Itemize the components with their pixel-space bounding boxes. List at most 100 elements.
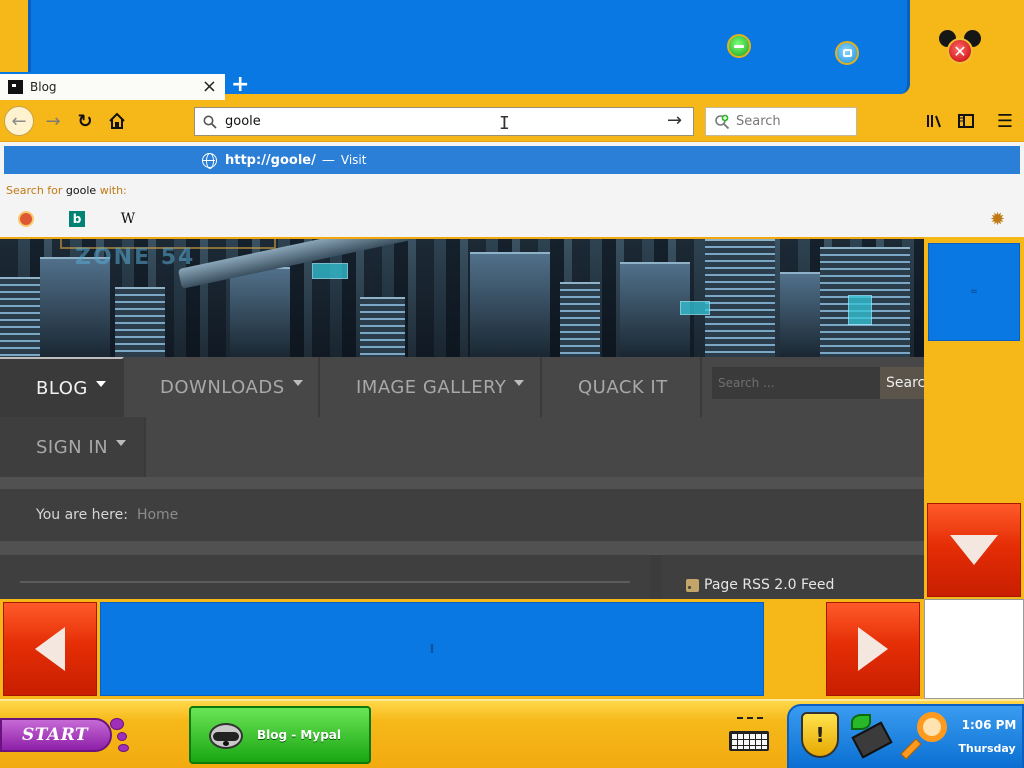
maximize-icon [842,49,852,57]
bing-icon[interactable]: b [69,211,85,227]
sidebar-icon [958,114,974,128]
window-titlebar: ✕ [0,0,1024,94]
clock-time: 1:06 PM [961,718,1017,732]
grip-icon: = [970,287,978,297]
sidebar-button[interactable] [955,107,977,135]
tab-strip: Blog × + [0,72,1024,100]
suggestion-action: Visit [340,153,367,167]
go-arrow-button[interactable]: → [667,112,687,132]
nav-item-blog[interactable]: BLOG [0,357,124,417]
breadcrumb-label: You are here: [36,507,128,523]
library-icon [927,115,941,128]
close-window-button[interactable]: ✕ [939,30,981,66]
minimize-icon [734,44,744,48]
search-with-query: goole [65,184,97,197]
new-tab-button[interactable]: + [231,72,249,98]
caret-down-icon [95,381,106,387]
sidebar-column: Page RSS 2.0 Feed [662,555,924,599]
divider [0,541,924,555]
caret-down-icon [514,380,525,386]
taskbar: START Blog - Mypal ! 1:06 PM Thursday [0,699,1024,768]
vertical-scroll-thumb[interactable]: = [928,243,1020,341]
tab-favicon-icon [8,80,23,94]
library-button[interactable] [924,107,946,135]
caret-down-icon [116,440,127,446]
vertical-scrollbar[interactable]: = [924,237,1024,599]
forward-button[interactable]: → [40,107,66,135]
rss-feed-link[interactable]: Page RSS 2.0 Feed [704,577,834,593]
breadcrumb-home-link[interactable]: Home [137,507,178,523]
search-with-prefix: Search for [6,184,63,197]
raccoon-app-icon [205,717,247,753]
arrow-right-icon: → [45,110,61,132]
system-tray: ! 1:06 PM Thursday [787,704,1024,768]
text-cursor-icon: I [499,113,510,134]
taskbar-item-blog-mypal[interactable]: Blog - Mypal [189,706,371,764]
wikipedia-icon[interactable]: W [120,211,136,227]
nav-item-sign-in[interactable]: SIGN IN [0,417,146,477]
url-bar[interactable]: → [194,107,694,136]
url-suggestions-dropdown: http://goole/ — Visit Search for goole w… [0,142,1024,238]
magnifier-icon[interactable] [900,712,947,760]
search-input[interactable] [736,114,846,129]
duckduckgo-icon[interactable] [18,211,34,227]
main-content-column [0,555,650,599]
caret-down-icon [292,380,303,386]
suggestion-url: http://goole/ [225,152,316,168]
arrow-right-icon [858,627,888,671]
start-button[interactable]: START [0,718,112,752]
nav-item-downloads[interactable]: DOWNLOADS [124,357,320,417]
keyboard-icon[interactable] [729,717,769,753]
decor-bubble [110,718,124,730]
maximize-button[interactable] [835,41,859,65]
url-input[interactable] [225,114,655,129]
site-search-input[interactable] [712,367,880,399]
site-main-navigation: BLOG DOWNLOADS IMAGE GALLERY QUACK IT Se… [0,357,924,477]
scroll-down-button[interactable] [927,503,1021,597]
nav-item-image-gallery[interactable]: IMAGE GALLERY [320,357,542,417]
divider [20,581,630,583]
tab-blog[interactable]: Blog × [0,72,225,100]
site-logo: ZONE 54 [75,245,196,270]
nav-item-label: QUACK IT [578,376,668,398]
scroll-left-button[interactable] [3,602,97,696]
webpage-content: ZONE 54 BLOG DOWNLOADS IMAGE GALLERY QUA… [0,237,924,599]
search-engine-icon [715,114,730,129]
globe-icon [202,152,217,169]
home-button[interactable] [104,107,130,135]
security-shield-icon[interactable]: ! [801,712,839,758]
horizontal-scrollbar[interactable]: ‖ [0,599,924,699]
start-label: START [22,725,89,745]
nav-item-label: SIGN IN [36,436,109,458]
grip-icon: ‖ [429,644,435,654]
divider [0,477,924,489]
rss-icon [686,579,699,592]
horizontal-scroll-thumb[interactable]: ‖ [100,602,764,696]
reload-button[interactable]: ↻ [72,107,98,135]
network-computer-icon[interactable] [849,712,893,759]
tab-title: Blog [30,80,57,94]
back-button[interactable]: ← [4,106,34,136]
scroll-right-button[interactable] [826,602,920,696]
nav-item-label: DOWNLOADS [160,376,285,398]
suggestion-row[interactable]: http://goole/ — Visit [4,146,1020,174]
search-settings-gear-icon[interactable]: ✹ [990,209,1005,230]
menu-button[interactable]: ☰ [994,107,1016,135]
suggestion-separator: — [321,152,335,168]
search-with-suffix: with: [99,184,127,197]
minimize-button[interactable] [727,34,751,58]
tab-close-button[interactable]: × [202,78,217,96]
search-icon [203,115,217,129]
breadcrumb: You are here: Home [0,489,924,541]
arrow-down-icon [950,535,998,565]
site-search-button[interactable]: Search [880,367,924,399]
close-icon: ✕ [947,38,973,64]
search-box[interactable] [705,107,857,136]
hamburger-icon: ☰ [996,110,1014,132]
arrow-left-icon [35,627,65,671]
reload-icon: ↻ [77,110,93,132]
clock-day: Thursday [958,742,1016,755]
nav-item-quack-it[interactable]: QUACK IT [542,357,702,417]
decor-bubble [118,744,129,752]
site-banner-image: ZONE 54 [0,239,924,357]
